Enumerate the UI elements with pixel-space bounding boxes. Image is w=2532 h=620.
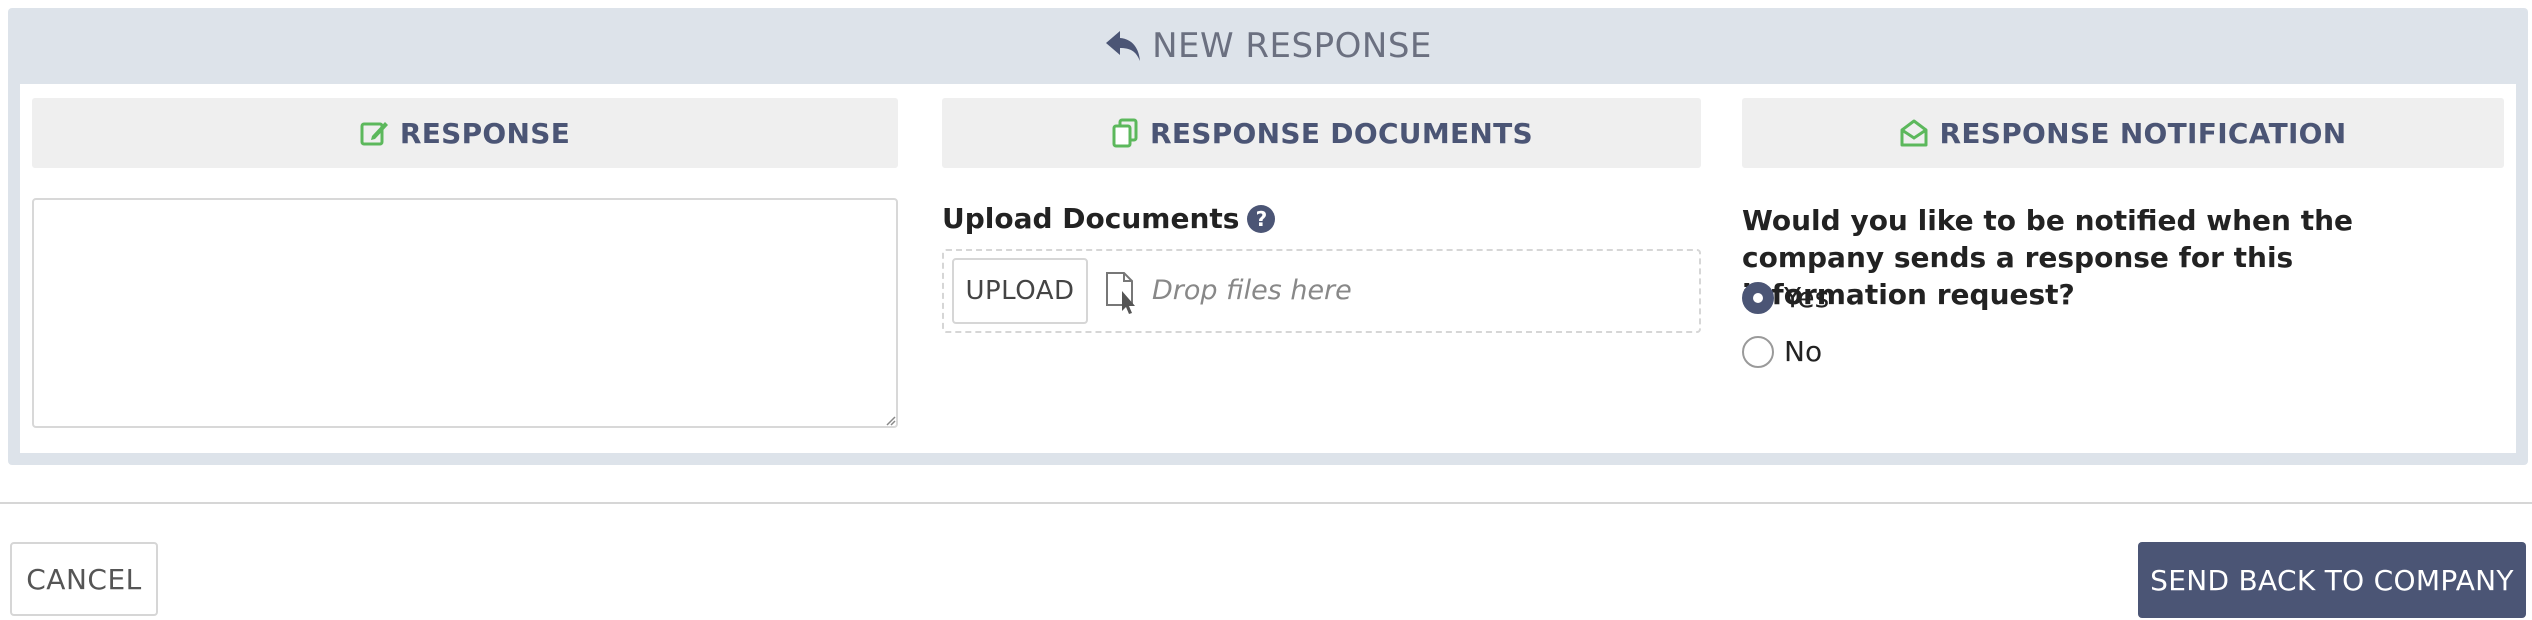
section-response-header: RESPONSE bbox=[32, 98, 898, 168]
send-back-to-company-button[interactable]: SEND BACK TO COMPANY bbox=[2138, 542, 2526, 618]
cancel-button[interactable]: CANCEL bbox=[10, 542, 158, 616]
resize-grip-icon[interactable] bbox=[884, 414, 896, 426]
section-notification-title: RESPONSE NOTIFICATION bbox=[1939, 116, 2347, 150]
section-documents-title: RESPONSE DOCUMENTS bbox=[1149, 116, 1534, 150]
reply-icon bbox=[1106, 31, 1141, 61]
panel-body: RESPONSE RESPONSE DOCUMENTS RESPONSE NOT… bbox=[20, 84, 2516, 453]
radio-yes[interactable] bbox=[1742, 281, 1774, 314]
notification-question: Would you like to be notified when the c… bbox=[1742, 204, 2354, 311]
new-response-panel: NEW RESPONSE RESPONSE RESPONSE DOCUMENTS… bbox=[8, 8, 2528, 465]
footer-divider bbox=[0, 502, 2532, 504]
upload-label-text: Upload Documents bbox=[942, 202, 1240, 235]
radio-no-label: No bbox=[1784, 335, 1823, 368]
panel-header: NEW RESPONSE bbox=[8, 8, 2528, 84]
drop-files-text: Drop files here bbox=[1152, 275, 1352, 306]
help-icon[interactable]: ? bbox=[1247, 204, 1276, 233]
response-textarea[interactable] bbox=[32, 198, 898, 428]
file-dropzone[interactable]: UPLOAD Drop files here bbox=[942, 249, 1701, 333]
radio-option-yes[interactable]: Yes bbox=[1742, 281, 1829, 314]
section-documents-header: RESPONSE DOCUMENTS bbox=[942, 98, 1701, 168]
upload-documents-label: Upload Documents ? bbox=[942, 202, 1276, 235]
radio-no[interactable] bbox=[1742, 335, 1774, 368]
envelope-open-icon bbox=[1900, 119, 1928, 147]
upload-button[interactable]: UPLOAD bbox=[952, 258, 1088, 324]
copy-icon bbox=[1112, 118, 1138, 148]
file-drop-icon bbox=[1106, 272, 1135, 314]
section-response-title: RESPONSE bbox=[399, 116, 571, 150]
panel-title: NEW RESPONSE bbox=[1152, 26, 1432, 66]
radio-option-no[interactable]: No bbox=[1742, 335, 1822, 368]
radio-yes-label: Yes bbox=[1784, 281, 1830, 314]
section-notification-header: RESPONSE NOTIFICATION bbox=[1742, 98, 2504, 168]
edit-icon bbox=[360, 122, 388, 146]
